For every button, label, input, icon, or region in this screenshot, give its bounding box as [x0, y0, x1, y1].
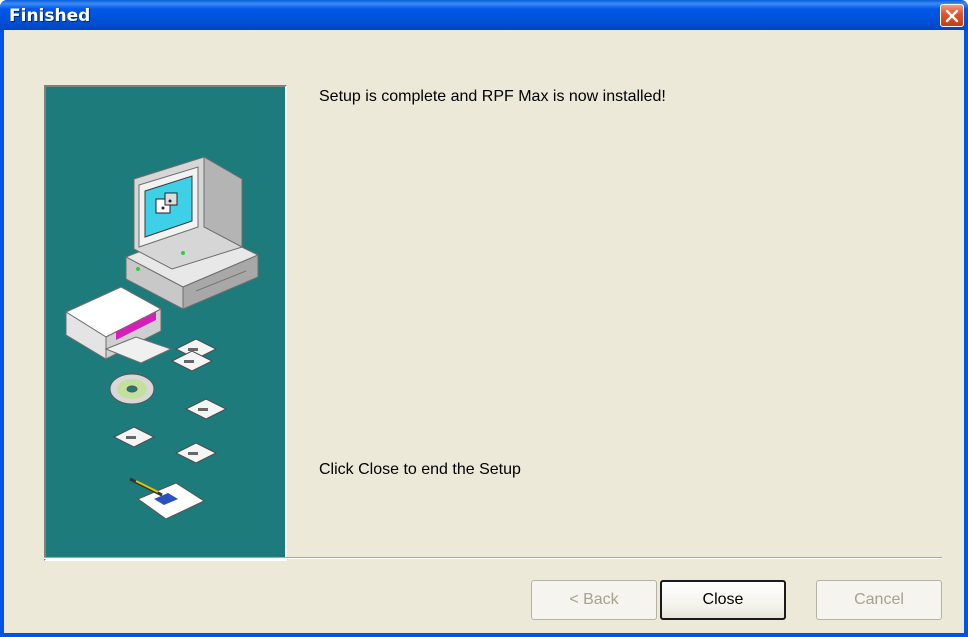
close-icon — [945, 9, 959, 23]
close-button[interactable]: Close — [660, 580, 786, 620]
setup-complete-message: Setup is complete and RPF Max is now ins… — [319, 88, 666, 105]
separator-line — [44, 557, 942, 559]
back-button[interactable]: < Back — [531, 580, 657, 620]
title-bar[interactable]: Finished — [0, 0, 968, 30]
setup-window: Finished Setup is complete and RPF Max i… — [0, 0, 968, 637]
computer-icon — [124, 156, 260, 310]
setup-illustration-panel — [44, 85, 287, 561]
registration-card-icon — [129, 477, 206, 520]
software-box-icon — [64, 286, 173, 364]
window-close-button[interactable] — [940, 4, 964, 27]
window-title: Finished — [9, 6, 91, 26]
close-instruction-message: Click Close to end the Setup — [319, 461, 521, 478]
cd-icon — [109, 373, 155, 405]
setup-illustration — [64, 156, 260, 520]
cancel-button[interactable]: Cancel — [816, 580, 942, 620]
dialog-client-area: Setup is complete and RPF Max is now ins… — [4, 30, 964, 633]
